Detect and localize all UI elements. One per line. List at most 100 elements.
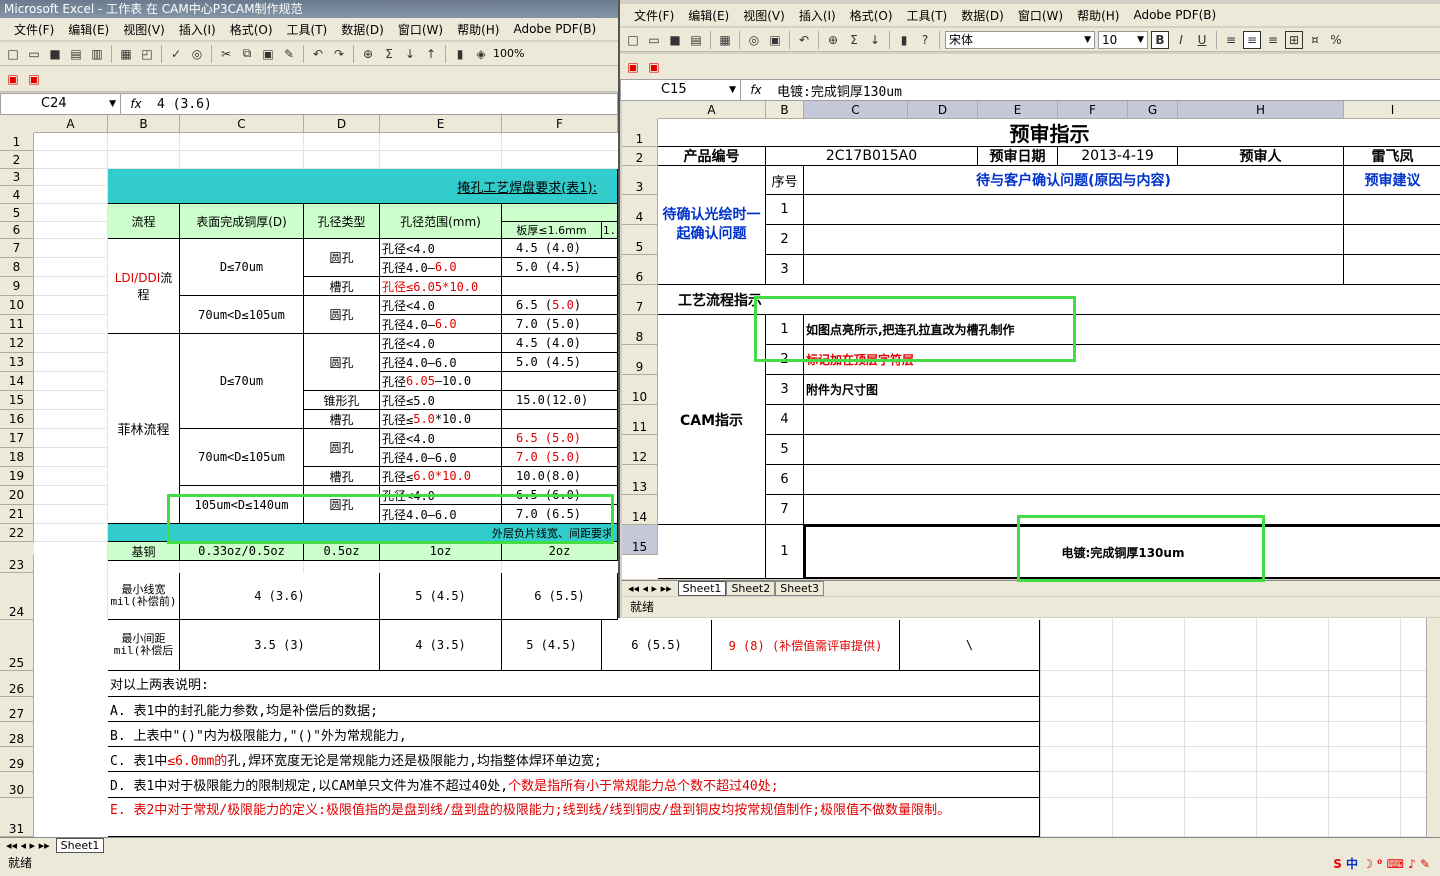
table-cell[interactable]: 孔径 6.05 —10.0 [380, 372, 502, 391]
table-cell[interactable]: 孔径≤5.0 [380, 391, 502, 410]
align-left-icon[interactable]: ≡ [1222, 31, 1240, 49]
table-cell[interactable]: 0.33oz/0.5oz [180, 542, 304, 561]
row-header[interactable]: 29 [0, 747, 34, 772]
pdf-convert-icon[interactable]: ▣ [624, 58, 642, 76]
table-cell[interactable]: 3 [766, 255, 804, 285]
preview-icon[interactable]: ◰ [138, 45, 156, 63]
row-header[interactable]: 15 [622, 525, 658, 555]
menu-adobe-pdf[interactable]: Adobe PDF(B) [513, 22, 596, 36]
table-cell[interactable]: B. 上表中"()"内为极限能力,"()"外为常规能力, [108, 722, 1040, 747]
menu-tools[interactable]: 工具(T) [287, 21, 328, 38]
left-formula-input[interactable]: 4 (3.6) [151, 97, 212, 112]
row-header[interactable]: 14 [622, 495, 658, 525]
menu-window[interactable]: 窗口(W) [398, 21, 443, 38]
table-cell[interactable]: LDI/DDI流程 [108, 239, 180, 334]
row-header[interactable]: 11 [622, 405, 658, 435]
fx-icon[interactable]: fx [741, 83, 771, 97]
redo-icon[interactable]: ↷ [330, 45, 348, 63]
table-cell[interactable] [502, 372, 618, 391]
row-header[interactable]: 25 [0, 620, 34, 671]
table-cell[interactable]: 雷飞凤 [1344, 147, 1440, 166]
research-icon[interactable]: ◎ [745, 31, 763, 49]
font-name-select[interactable]: 宋体 ▼ [945, 30, 1095, 49]
row-header[interactable]: 1 [622, 119, 658, 147]
table-cell[interactable]: 槽孔 [304, 410, 380, 429]
table-cell[interactable]: 孔径≤ 6.0*10.0 [380, 467, 502, 486]
underline-button[interactable]: U [1193, 31, 1211, 49]
menu-file[interactable]: 文件(F) [14, 21, 54, 38]
autosum-icon[interactable]: Σ [380, 45, 398, 63]
row-header[interactable]: 31 [0, 798, 34, 837]
table-cell[interactable]: 4.5 (4.0) [502, 334, 618, 353]
table-cell[interactable]: 0.5oz [304, 542, 380, 561]
table-cell[interactable]: 4 (3.6) [180, 573, 380, 620]
table-cell[interactable]: 70um<D≤105um [180, 429, 304, 486]
hyperlink-icon[interactable]: ⊕ [359, 45, 377, 63]
table-cell[interactable]: 7.0 (5.0) [502, 448, 618, 467]
sort-asc-icon[interactable]: ↓ [866, 31, 884, 49]
left-name-box[interactable]: C24 ▼ [1, 94, 121, 114]
table-cell[interactable]: 7.0 (5.0) [502, 315, 618, 334]
row-header[interactable]: 8 [622, 315, 658, 345]
column-header[interactable]: D [908, 101, 978, 119]
row-header[interactable]: 26 [0, 671, 34, 697]
help-icon[interactable]: ? [916, 31, 934, 49]
menu-edit[interactable]: 编辑(E) [68, 21, 109, 38]
new-icon[interactable]: □ [4, 45, 22, 63]
save-icon[interactable]: ■ [666, 31, 684, 49]
horizontal-scrollbar[interactable] [860, 837, 1440, 853]
align-right-icon[interactable]: ≡ [1264, 31, 1282, 49]
table-cell[interactable]: D. 表1中对于极限能力的限制规定,以CAM单只文件为准不超过40处, 个数是指所… [108, 772, 1040, 798]
menu-data[interactable]: 数据(D) [961, 7, 1004, 24]
row-header[interactable]: 10 [622, 375, 658, 405]
table-cell[interactable]: 孔径≤6.05*10.0 [380, 277, 502, 296]
table-cell[interactable]: 预审建议 [1344, 166, 1440, 195]
menu-insert[interactable]: 插入(I) [799, 7, 836, 24]
row-header[interactable]: 13 [622, 465, 658, 495]
print-icon[interactable]: ▦ [716, 31, 734, 49]
menu-tools[interactable]: 工具(T) [907, 7, 948, 24]
row-header[interactable]: 24 [0, 573, 34, 620]
table-cell[interactable]: 基铜 [108, 542, 180, 561]
hyperlink-icon[interactable]: ⊕ [824, 31, 842, 49]
paste-icon[interactable]: ▣ [259, 45, 277, 63]
table-cell[interactable] [1344, 255, 1440, 285]
table-cell[interactable]: 孔径范围(mm) [380, 204, 502, 239]
menu-format[interactable]: 格式(O) [850, 7, 893, 24]
menu-view[interactable]: 视图(V) [743, 7, 785, 24]
table-cell[interactable]: 孔径4.0—6.0 [380, 448, 502, 467]
table-cell[interactable]: 1oz [380, 542, 502, 561]
table-cell[interactable]: 15.0(12.0) [502, 391, 618, 410]
table-cell[interactable]: 孔径<4.0 [380, 239, 502, 258]
column-header[interactable]: G [1128, 101, 1178, 119]
table-cell[interactable]: 序号 [766, 166, 804, 195]
table-cell[interactable] [502, 410, 618, 429]
table-cell[interactable]: 圆孔 [304, 239, 380, 277]
paste-icon[interactable]: ▣ [766, 31, 784, 49]
pdf-email-icon[interactable]: ▣ [25, 70, 43, 88]
table-cell[interactable]: 工艺流程指示 [658, 285, 766, 315]
tab-sheet1[interactable]: Sheet1 [677, 581, 727, 596]
table-cell[interactable]: E. 表2中对于常规/极限能力的定义:极限值指的是盘到线/盘到盘的极限能力;线到… [108, 798, 1040, 837]
table-cell[interactable]: 5.0 (4.5) [502, 353, 618, 372]
table-cell[interactable]: 6.5 (5.0) [502, 296, 618, 315]
table-cell[interactable]: 7 [766, 495, 804, 525]
undo-icon[interactable]: ↶ [309, 45, 327, 63]
table-cell[interactable]: C. 表1中 ≤6.0mm的 孔,焊环宽度无论是常规能力还是极限能力,均指整体焊环单… [108, 747, 1040, 772]
table-cell[interactable]: 附件为尺寸图 [804, 375, 1440, 405]
menu-window[interactable]: 窗口(W) [1018, 7, 1063, 24]
table-cell[interactable]: 2 [766, 225, 804, 255]
table-cell[interactable]: D≤70um [180, 334, 304, 429]
table-cell[interactable] [804, 435, 1440, 465]
column-header[interactable]: C [804, 101, 908, 119]
right-name-box[interactable]: C15 ▼ [621, 80, 741, 100]
table-cell[interactable]: 孔径<4.0 [380, 429, 502, 448]
table-cell[interactable] [502, 204, 618, 222]
table-cell[interactable] [1344, 225, 1440, 255]
table-cell[interactable]: 5 (4.5) [380, 573, 502, 620]
table-cell[interactable]: 圆孔 [304, 334, 380, 391]
table-cell[interactable]: 掩孔工艺焊盘要求(表1): [108, 169, 618, 204]
pdf-convert-icon[interactable]: ▣ [4, 70, 22, 88]
table-cell[interactable]: 6 [766, 465, 804, 495]
table-cell[interactable]: 2013-4-19 [1058, 147, 1178, 166]
